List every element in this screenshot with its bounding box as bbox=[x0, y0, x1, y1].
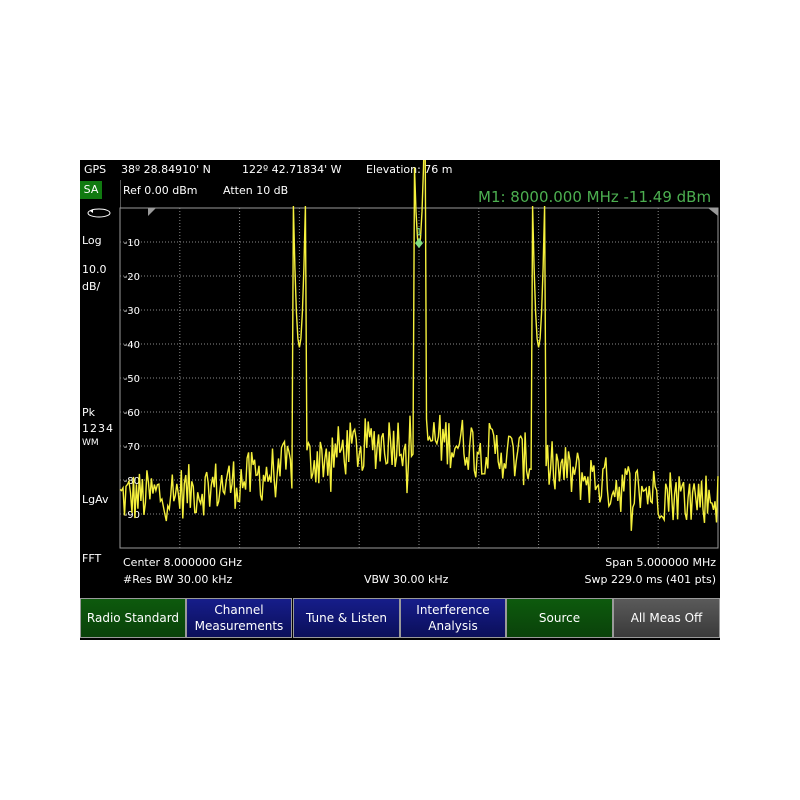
y-tick-label: -20 bbox=[124, 272, 140, 283]
analyzer-screen: GPS 38º 28.84910' N 122º 42.71834' W Ele… bbox=[80, 160, 720, 640]
center-frequency: Center 8.000000 GHz bbox=[123, 556, 243, 569]
y-tick-label: -10 bbox=[124, 238, 140, 249]
resolution-bandwidth: #Res BW 30.00 kHz bbox=[123, 573, 233, 586]
span: Span 5.000000 MHz bbox=[605, 556, 716, 569]
interference-analysis-button[interactable]: Interference Analysis bbox=[400, 598, 506, 638]
sweep-time: Swp 229.0 ms (401 pts) bbox=[584, 573, 717, 586]
y-tick-label: -60 bbox=[124, 408, 140, 419]
tune-listen-button[interactable]: Tune & Listen bbox=[293, 598, 400, 638]
video-bandwidth: VBW 30.00 kHz bbox=[364, 573, 449, 586]
spectrum-plot[interactable]: -10-20-30-40-50-60-70-80-90 1 bbox=[80, 160, 720, 560]
source-button[interactable]: Source bbox=[506, 598, 613, 638]
y-tick-label: -40 bbox=[124, 340, 140, 351]
marker-1-label: 1 bbox=[416, 227, 422, 238]
y-tick-label: -50 bbox=[124, 374, 140, 385]
y-tick-label: -70 bbox=[124, 442, 140, 453]
radio-standard-button[interactable]: Radio Standard bbox=[80, 598, 186, 638]
all-meas-off-button[interactable]: All Meas Off bbox=[613, 598, 720, 638]
y-axis-ticks: -10-20-30-40-50-60-70-80-90 bbox=[124, 238, 140, 521]
channel-measurements-button[interactable]: Channel Measurements bbox=[186, 598, 292, 638]
y-tick-label: -30 bbox=[124, 306, 140, 317]
softkey-bar: Radio Standard Channel Measurements Tune… bbox=[80, 598, 720, 640]
